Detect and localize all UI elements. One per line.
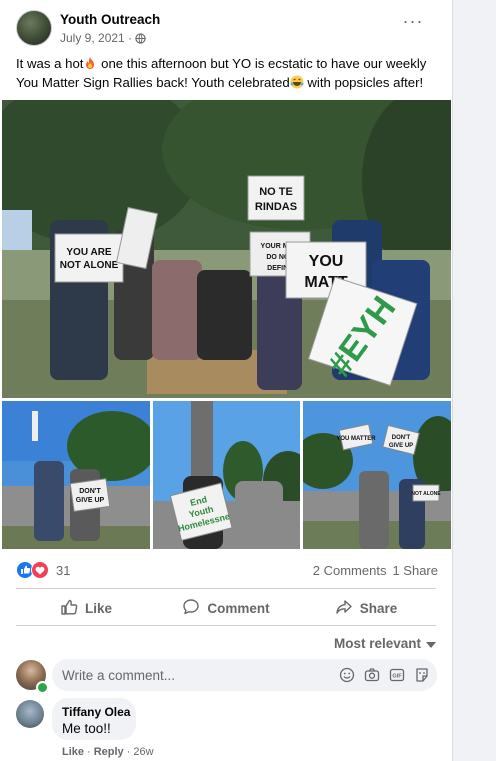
post-header: Youth Outreach July 9, 2021 · ···: [16, 10, 436, 50]
commenter-avatar[interactable]: [16, 700, 44, 728]
svg-text:GIVE UP: GIVE UP: [389, 443, 413, 449]
like-label: Like: [84, 600, 112, 616]
comment-sort-dropdown[interactable]: Most relevant: [334, 636, 436, 651]
shares-count[interactable]: 1 Share: [392, 563, 438, 578]
like-button[interactable]: Like: [16, 593, 156, 623]
comment-icon: [182, 598, 200, 619]
post-text-part1: It was a hot: [16, 56, 84, 71]
sign-dont-give-up-small: DON'T: [392, 435, 411, 441]
page-avatar[interactable]: [16, 10, 52, 46]
reaction-summary[interactable]: 31: [16, 561, 70, 579]
camera-icon[interactable]: [364, 667, 380, 683]
svg-text:GIVE UP: GIVE UP: [76, 497, 105, 504]
post-card: Youth Outreach July 9, 2021 · ··· It was…: [0, 0, 453, 761]
comment-button[interactable]: Comment: [156, 593, 296, 623]
share-icon: [335, 598, 353, 619]
comments-count[interactable]: 2 Comments: [313, 563, 387, 578]
post-text-part3: with popsicles after!: [303, 75, 424, 90]
separator-dot: ·: [87, 746, 91, 758]
comment-bubble: Tiffany Olea Me too!!: [52, 698, 136, 740]
sign-dont-give-up: DON'T: [79, 488, 101, 495]
like-icon: [60, 598, 78, 619]
gif-icon[interactable]: GIF: [389, 667, 405, 683]
engagement-counts: 2 Comments 1 Share: [313, 563, 438, 578]
photo-small-2[interactable]: End Youth Homelessne: [153, 401, 300, 549]
share-button[interactable]: Share: [296, 593, 436, 623]
comment-like-link[interactable]: Like: [62, 746, 84, 758]
sign-not-alone-small: NOT ALONE: [411, 491, 441, 497]
comment-time[interactable]: 26w: [133, 746, 153, 758]
sign-not-alone: YOU ARE: [66, 247, 112, 258]
chevron-down-icon: [426, 636, 436, 651]
svg-text:RINDAS: RINDAS: [255, 201, 297, 213]
svg-text:GIF: GIF: [392, 674, 402, 680]
comment-actions: Like · Reply · 26w: [62, 746, 154, 758]
action-bar: Like Comment Share: [16, 593, 436, 623]
share-label: Share: [359, 600, 398, 616]
post-date[interactable]: July 9, 2021 ·: [60, 31, 132, 45]
page-name[interactable]: Youth Outreach: [60, 12, 160, 27]
laughing-emoji: [290, 75, 304, 89]
photo-small-3[interactable]: YOU MATTER DON'T GIVE UP NOT ALONE: [303, 401, 451, 549]
commenter-name[interactable]: Tiffany Olea: [62, 705, 130, 719]
sticker-icon[interactable]: [414, 667, 430, 683]
divider-bottom: [16, 625, 436, 626]
photo-small-1[interactable]: DON'T GIVE UP: [2, 401, 150, 549]
comment-reply-link[interactable]: Reply: [94, 746, 124, 758]
post-text: It was a hot one this afternoon but YO i…: [16, 54, 446, 92]
composer-icons: GIF: [339, 667, 430, 683]
photo-main[interactable]: YOU ARE NOT ALONE NO TE RINDAS YOUR MIST…: [2, 100, 451, 398]
fire-emoji: [83, 56, 97, 70]
love-reaction-icon: [31, 561, 49, 579]
sign-no-te-rindas: NO TE: [259, 186, 293, 198]
more-options-button[interactable]: ···: [398, 12, 428, 36]
comment-label: Comment: [207, 600, 270, 616]
separator-dot: ·: [126, 746, 131, 758]
comment-text: Me too!!: [62, 721, 111, 736]
sort-label: Most relevant: [333, 636, 421, 651]
post-meta: July 9, 2021 ·: [60, 31, 146, 45]
sign-you-matter: YOU: [309, 253, 344, 270]
smiley-icon[interactable]: [339, 667, 355, 683]
online-status-dot: [36, 681, 49, 694]
reaction-count: 31: [56, 562, 71, 578]
sign-not-alone-2: NOT ALONE: [60, 260, 119, 271]
divider-top: [16, 588, 436, 589]
globe-icon: [135, 33, 146, 44]
sign-you-matter-small: YOU MATTER: [336, 436, 376, 442]
